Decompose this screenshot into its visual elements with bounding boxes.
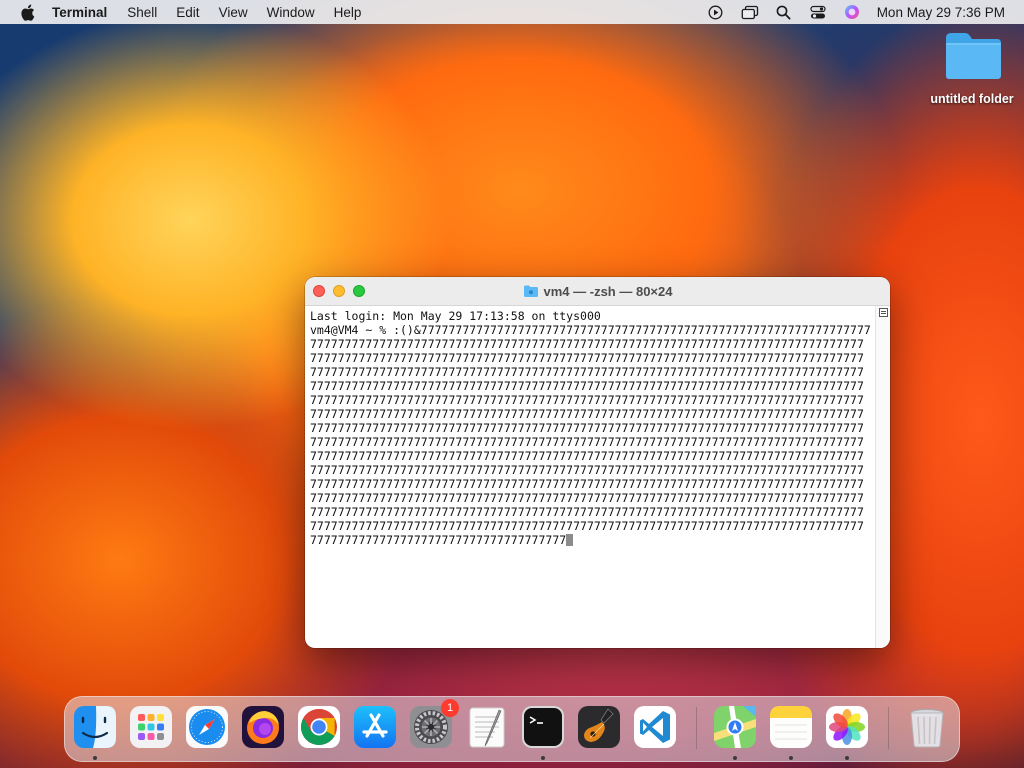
terminal-line: 7777777777777777777777777777777777777777…	[310, 491, 864, 505]
dock-photos[interactable]	[825, 705, 869, 749]
safari-icon	[186, 706, 228, 748]
running-indicator	[845, 756, 849, 760]
terminal-line: 7777777777777777777777777777777777777777…	[310, 463, 864, 477]
minimize-button[interactable]	[333, 285, 345, 297]
running-indicator	[789, 756, 793, 760]
dock-finder[interactable]	[73, 705, 117, 749]
zoom-button[interactable]	[353, 285, 365, 297]
control-center-icon[interactable]	[809, 3, 827, 21]
terminal-line: 7777777777777777777777777777777777777777…	[310, 449, 864, 463]
trash-icon	[910, 709, 944, 748]
menu-bar: Terminal Shell Edit View Window Help Mon…	[0, 0, 1024, 24]
terminal-line: 7777777777777777777777777777777777777777…	[310, 407, 864, 421]
terminal-output: Last login: Mon May 29 17:13:58 on ttys0…	[310, 309, 890, 547]
dock-system-settings[interactable]: 1	[409, 699, 459, 749]
terminal-line: 7777777777777777777777777777777777777777…	[310, 351, 864, 365]
dock-garageband[interactable]	[577, 705, 621, 749]
dock-safari[interactable]	[185, 705, 229, 749]
close-button[interactable]	[313, 285, 325, 297]
finder-icon	[74, 706, 116, 748]
dock-launchpad[interactable]	[129, 705, 173, 749]
terminal-line: 7777777777777777777777777777777777777777…	[310, 519, 864, 533]
desktop-folder[interactable]: untitled folder	[922, 26, 1022, 106]
dock-chrome[interactable]	[297, 705, 341, 749]
apple-menu-icon[interactable]	[18, 3, 36, 21]
terminal-line: 7777777777777777777777777777777777777777…	[310, 393, 864, 407]
menu-edit[interactable]: Edit	[176, 5, 199, 20]
window-title-group: vm4 — -zsh — 80×24	[523, 283, 673, 299]
terminal-line: 7777777777777777777777777777777777777777…	[310, 337, 864, 351]
textedit-icon	[469, 707, 505, 748]
terminal-prompt-line: vm4@VM4 ~ % :()&777777777777777777777777…	[310, 323, 871, 337]
terminal-line: 7777777777777777777777777777777777777777…	[310, 421, 864, 435]
app-store-icon	[354, 706, 396, 748]
dock-maps[interactable]	[713, 705, 757, 749]
dock-notes[interactable]	[769, 705, 813, 749]
maps-icon	[714, 706, 756, 748]
menu-window[interactable]: Window	[267, 5, 315, 20]
dock-textedit[interactable]	[465, 705, 509, 749]
dock-terminal[interactable]	[521, 705, 565, 749]
dock-separator	[888, 707, 889, 749]
terminal-window[interactable]: vm4 — -zsh — 80×24 Last login: Mon May 2…	[305, 277, 890, 648]
menu-view[interactable]: View	[219, 5, 248, 20]
menu-help[interactable]: Help	[334, 5, 362, 20]
siri-icon[interactable]	[843, 3, 861, 21]
menu-bar-clock[interactable]: Mon May 29 7:36 PM	[877, 5, 1005, 20]
terminal-line: 7777777777777777777777777777777777777777…	[310, 435, 864, 449]
firefox-icon	[242, 706, 284, 748]
menu-app-name[interactable]: Terminal	[52, 5, 107, 20]
terminal-line: 7777777777777777777777777777777777777777…	[310, 505, 864, 519]
terminal-line: 7777777777777777777777777777777777777777…	[310, 477, 864, 491]
notification-badge: 1	[441, 699, 459, 717]
dock-vscode[interactable]	[633, 705, 677, 749]
terminal-line: Last login: Mon May 29 17:13:58 on ttys0…	[310, 309, 601, 323]
folder-label: untitled folder	[930, 92, 1014, 106]
terminal-icon	[522, 706, 564, 748]
window-titlebar[interactable]: vm4 — -zsh — 80×24	[305, 277, 890, 306]
photos-icon	[826, 706, 868, 748]
launchpad-icon	[130, 706, 172, 748]
terminal-content[interactable]: Last login: Mon May 29 17:13:58 on ttys0…	[305, 306, 890, 648]
terminal-scrollbar[interactable]	[875, 306, 890, 648]
garageband-icon	[578, 706, 620, 748]
terminal-line: 7777777777777777777777777777777777777	[310, 533, 567, 547]
dock-separator	[696, 707, 697, 749]
menu-shell[interactable]: Shell	[127, 5, 157, 20]
dock-firefox[interactable]	[241, 705, 285, 749]
running-indicator	[733, 756, 737, 760]
search-icon[interactable]	[775, 3, 793, 21]
dock-trash[interactable]	[905, 705, 949, 749]
dock: 1	[64, 696, 960, 762]
dock-app-store[interactable]	[353, 705, 397, 749]
menu-bar-status-area: Mon May 29 7:36 PM	[707, 0, 1024, 24]
screen-mirroring-icon[interactable]	[741, 3, 759, 21]
window-controls	[313, 285, 373, 297]
terminal-cursor	[566, 534, 574, 546]
folder-icon	[523, 285, 538, 297]
chrome-icon	[298, 706, 340, 748]
play-circle-icon[interactable]	[707, 3, 725, 21]
marks-icon[interactable]	[879, 308, 888, 317]
vscode-icon	[634, 706, 676, 748]
window-title: vm4 — -zsh — 80×24	[543, 283, 673, 299]
folder-icon	[943, 28, 1003, 82]
notes-icon	[770, 706, 812, 748]
terminal-line: 7777777777777777777777777777777777777777…	[310, 379, 864, 393]
running-indicator	[93, 756, 97, 760]
terminal-line: 7777777777777777777777777777777777777777…	[310, 365, 864, 379]
running-indicator	[541, 756, 545, 760]
